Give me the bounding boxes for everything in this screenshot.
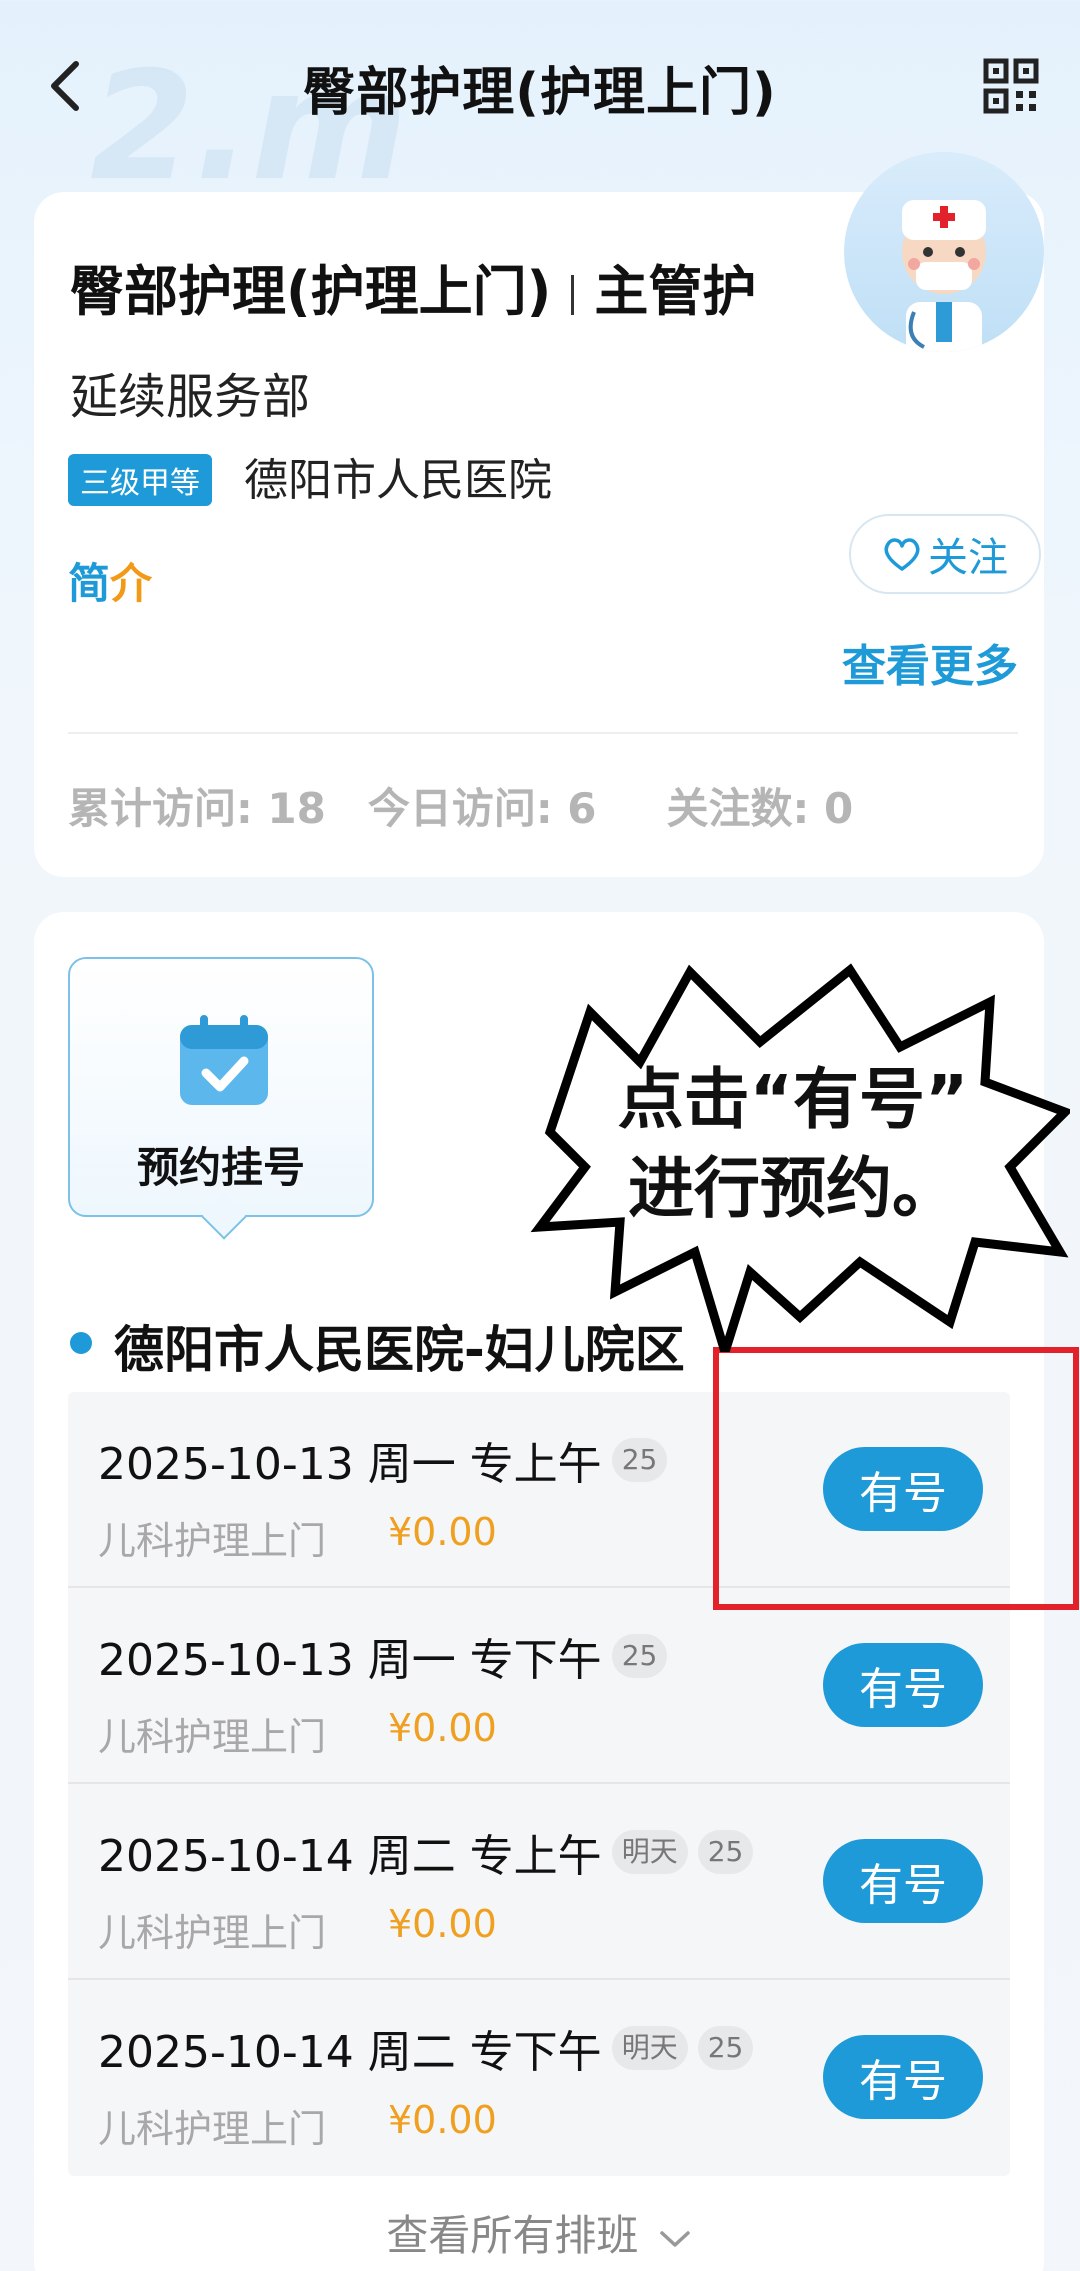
followers-count: 关注数: 0 <box>666 784 854 833</box>
tab-booking[interactable]: 预约挂号 <box>68 957 374 1217</box>
department-name: 延续服务部 <box>70 369 311 425</box>
view-more-link[interactable]: 查看更多 <box>842 630 1018 694</box>
remaining-count-badge: 25 <box>697 1830 754 1874</box>
intro-label: 简介 <box>68 550 152 611</box>
slot-price: ¥0.00 <box>388 1902 497 1946</box>
doctor-info-card: 臀部护理(护理上门) 主管护 关注 延续服务部 三级甲等 德阳市人民医院 简介 查… <box>34 152 1044 877</box>
doctor-name: 臀部护理(护理上门) <box>70 260 552 323</box>
intro-label-second: 介 <box>110 559 153 608</box>
intro-label-first: 简 <box>68 559 111 608</box>
remaining-count-badge: 25 <box>611 1438 668 1482</box>
remaining-count-badge: 25 <box>697 2026 754 2070</box>
total-visits: 累计访问: 18 <box>68 784 326 833</box>
slot-date: 2025-10-13 周一 专下午 25 <box>98 1624 668 1688</box>
visit-stats: 累计访问: 18 今日访问: 6 关注数: 0 <box>68 775 895 836</box>
list-item: 2025-10-14 周二 专上午 明天 25 儿科护理上门 ¥0.00 有号 <box>68 1784 1010 1980</box>
slot-date-text: 2025-10-13 周一 专上午 <box>98 1439 602 1490</box>
follow-button[interactable]: 关注 <box>849 514 1041 594</box>
slot-price: ¥0.00 <box>388 1510 497 1554</box>
doctor-name-line: 臀部护理(护理上门) 主管护 <box>70 247 756 326</box>
available-button[interactable]: 有号 <box>823 1643 983 1727</box>
slot-date-text: 2025-10-14 周二 专下午 <box>98 2027 602 2078</box>
list-item: 2025-10-13 周一 专下午 25 儿科护理上门 ¥0.00 有号 <box>68 1588 1010 1784</box>
booking-tab-label: 预约挂号 <box>136 1143 305 1192</box>
follow-label: 关注 <box>928 535 1008 581</box>
heart-icon <box>884 538 920 571</box>
chevron-down-icon <box>659 2230 690 2247</box>
slot-date-text: 2025-10-14 周二 专上午 <box>98 1831 602 1882</box>
annotation-line-2: 进行预约。 <box>628 1150 958 1228</box>
tomorrow-badge: 明天 <box>611 2026 688 2070</box>
list-item: 2025-10-14 周二 专下午 明天 25 儿科护理上门 ¥0.00 有号 <box>68 1980 1010 2176</box>
top-bar: 2.m 臀部护理(护理上门) <box>0 0 1080 214</box>
nurse-avatar-icon <box>902 200 986 352</box>
slot-date: 2025-10-14 周二 专下午 明天 25 <box>98 2016 754 2080</box>
divider <box>68 732 1018 734</box>
qr-code-icon[interactable] <box>983 58 1039 114</box>
slot-price: ¥0.00 <box>388 2098 497 2142</box>
calendar-check-icon <box>180 1015 268 1105</box>
slot-service-type: 儿科护理上门 <box>98 1519 327 1563</box>
name-divider <box>571 275 575 316</box>
highlight-box <box>713 1347 1079 1610</box>
slot-date-text: 2025-10-13 周一 专下午 <box>98 1635 602 1686</box>
annotation-line-1: 点击“有号” <box>617 1061 969 1138</box>
tomorrow-badge: 明天 <box>611 1830 688 1874</box>
hospital-level-badge: 三级甲等 <box>68 454 212 506</box>
hospital-name: 德阳市人民医院 <box>244 455 552 506</box>
view-all-schedules-link[interactable]: 查看所有排班 <box>34 2202 1044 2263</box>
available-button[interactable]: 有号 <box>823 1839 983 1923</box>
slot-price: ¥0.00 <box>388 1706 497 1750</box>
location-dot <box>70 1332 92 1354</box>
slot-service-type: 儿科护理上门 <box>98 1911 327 1955</box>
remaining-count-badge: 25 <box>611 1634 668 1678</box>
slot-date: 2025-10-14 周二 专上午 明天 25 <box>98 1820 754 1884</box>
page-title: 臀部护理(护理上门) <box>303 63 777 123</box>
view-all-label: 查看所有排班 <box>386 2211 639 2260</box>
doctor-role: 主管护 <box>594 260 757 323</box>
slot-service-type: 儿科护理上门 <box>98 1715 327 1759</box>
today-visits: 今日访问: 6 <box>367 784 597 833</box>
avatar <box>844 152 1044 352</box>
slot-service-type: 儿科护理上门 <box>98 2107 327 2151</box>
available-button[interactable]: 有号 <box>823 2035 983 2119</box>
slot-date: 2025-10-13 周一 专上午 25 <box>98 1428 668 1492</box>
annotation-text: 点击“有号” 进行预约。 <box>578 1055 1008 1233</box>
